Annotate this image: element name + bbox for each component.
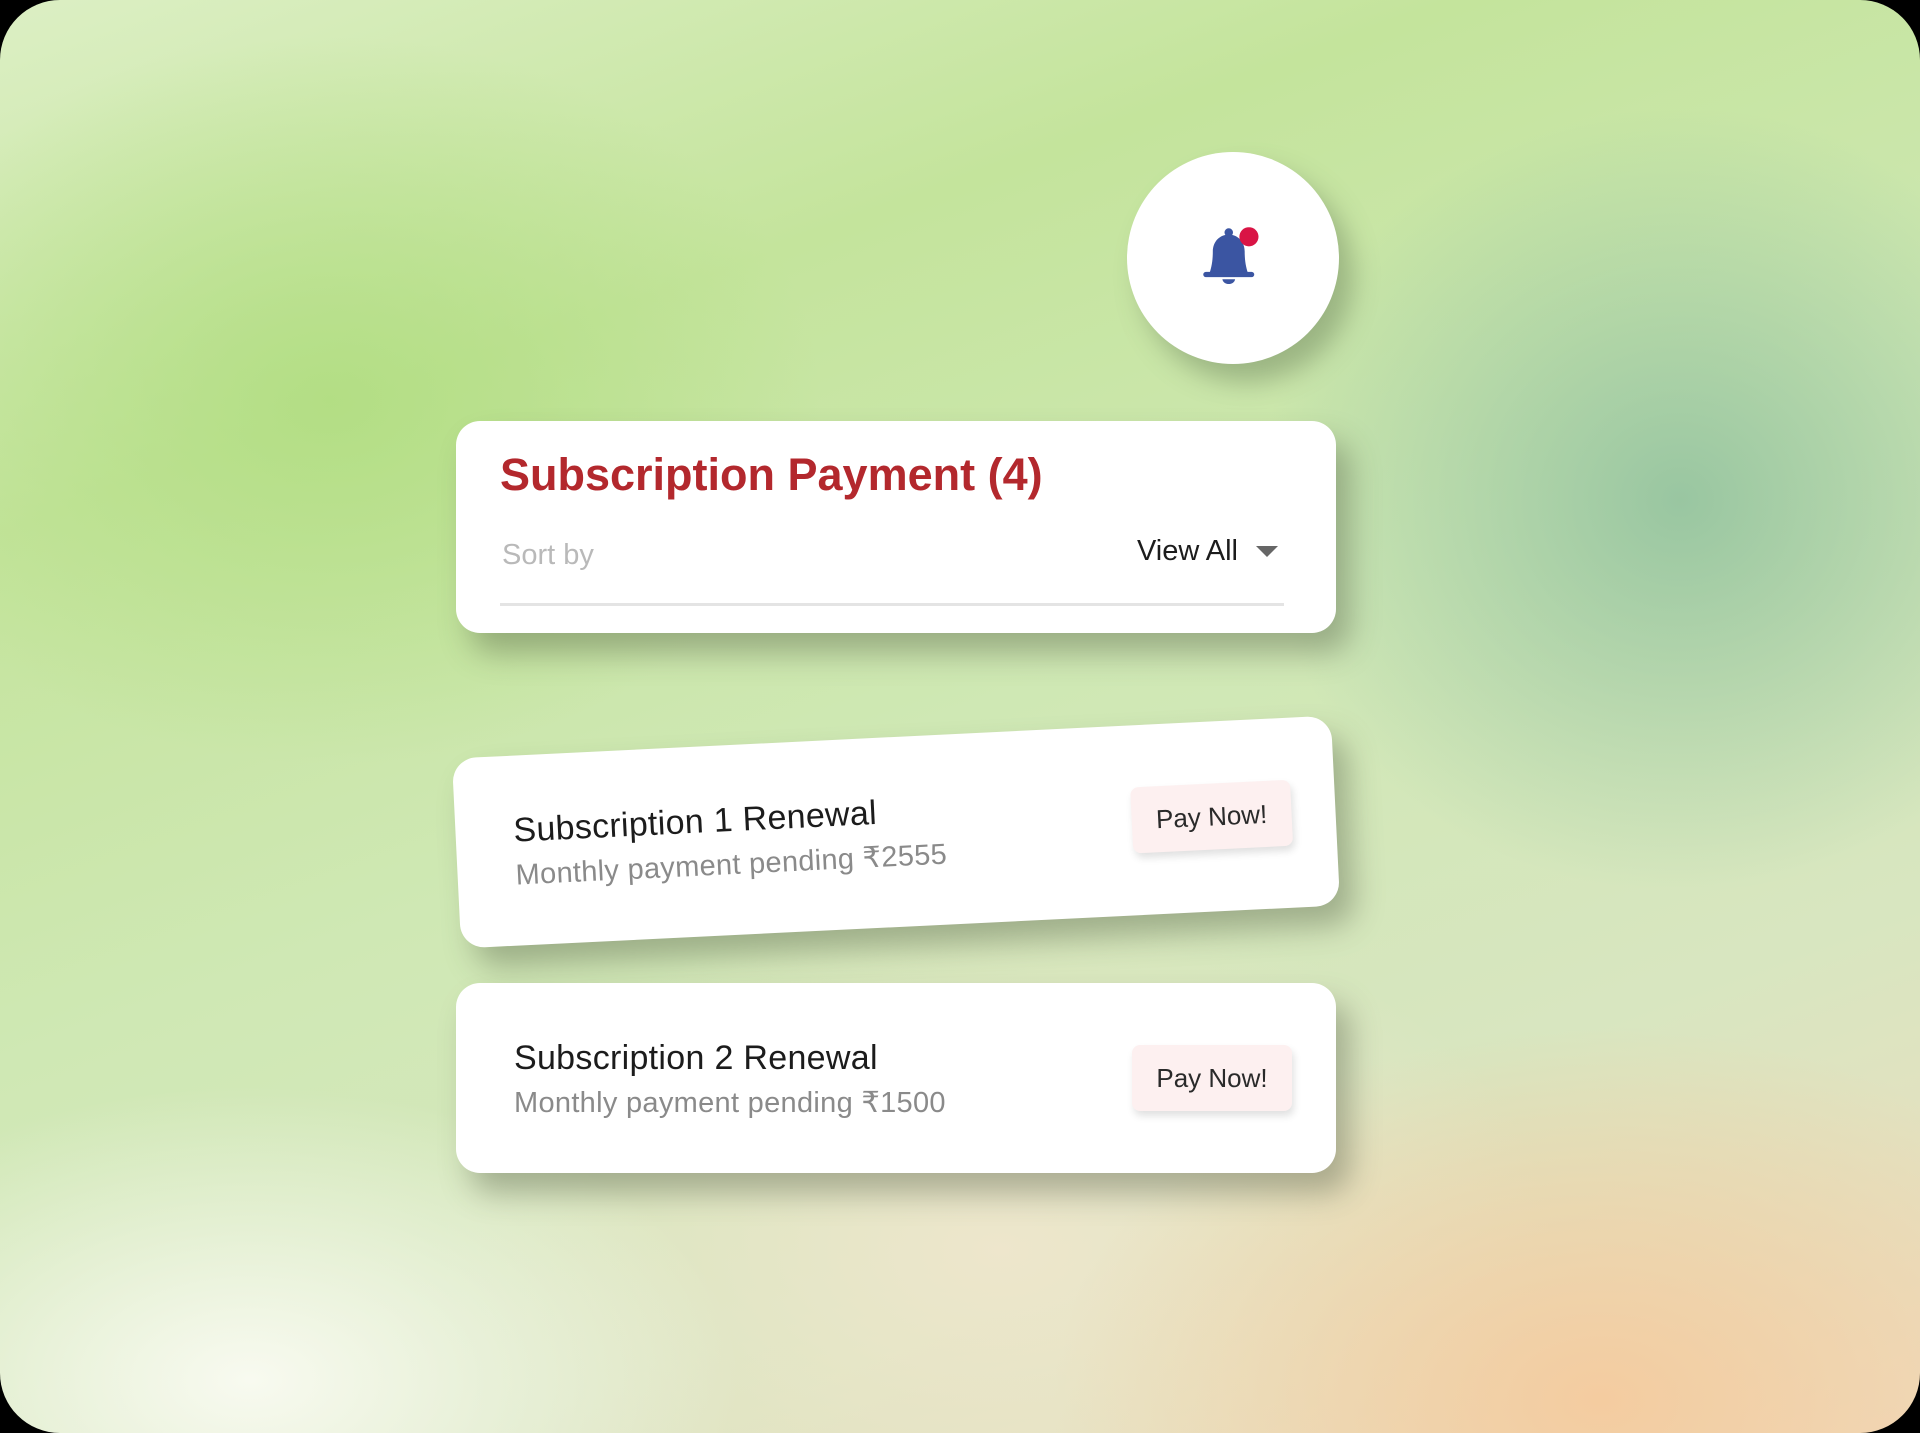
sort-label: Sort by <box>502 539 594 571</box>
pay-now-button[interactable]: Pay Now! <box>1130 779 1294 854</box>
notification-button[interactable] <box>1127 152 1339 364</box>
subscription-header-card: Subscription Payment (4) Sort by View Al… <box>456 421 1336 633</box>
bell-icon <box>1203 227 1259 285</box>
page-title: Subscription Payment (4) <box>500 449 1043 500</box>
caret-down-icon <box>1256 546 1278 557</box>
subscription-card: Subscription 2 Renewal Monthly payment p… <box>456 983 1336 1173</box>
subscription-description: Monthly payment pending ₹1500 <box>514 1087 946 1119</box>
subscription-title: Subscription 2 Renewal <box>514 1039 878 1077</box>
sort-dropdown[interactable]: View All <box>1137 535 1284 568</box>
sort-row: Sort by View All <box>500 531 1284 606</box>
pay-now-button[interactable]: Pay Now! <box>1132 1045 1292 1111</box>
sort-dropdown-value: View All <box>1136 535 1238 567</box>
subscription-card: Subscription 1 Renewal Monthly payment p… <box>451 715 1341 949</box>
background-canvas: Subscription Payment (4) Sort by View Al… <box>0 0 1920 1433</box>
notification-badge <box>1239 227 1259 247</box>
